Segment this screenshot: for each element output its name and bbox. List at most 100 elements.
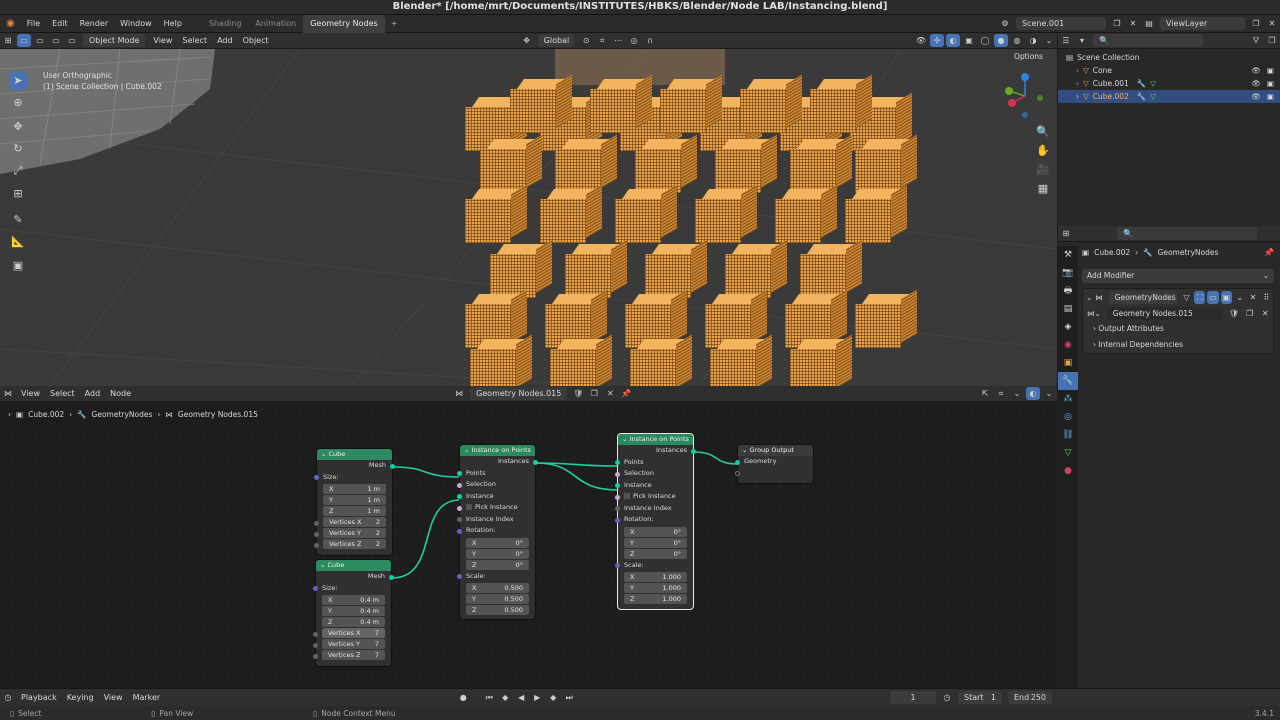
visibility-icon[interactable]: 👁 — [914, 34, 928, 47]
next-keyframe-icon[interactable]: ◆ — [546, 691, 560, 704]
camera-render-icon[interactable]: ▣ — [1267, 77, 1274, 90]
camera-icon[interactable]: 🎥 — [1034, 161, 1052, 179]
geometry-socket[interactable] — [735, 459, 740, 465]
editor-type-icon[interactable]: ⊞ — [1, 34, 15, 47]
modifier-menu-icon[interactable]: ⌄ — [1234, 291, 1245, 304]
instanced-cube[interactable] — [710, 349, 756, 386]
scene-selector[interactable]: Scene.001 — [1016, 17, 1106, 30]
falloff-icon[interactable]: ∩ — [643, 34, 657, 47]
scale-y-field[interactable]: Y 1.000 — [624, 583, 687, 593]
shading-wire-icon[interactable]: ◯ — [978, 34, 992, 47]
node-editor-canvas[interactable]: › ▣ Cube.002 › 🔧 GeometryNodes › ⋈ Geome… — [0, 402, 1057, 688]
unlink-tree-icon[interactable]: ✕ — [603, 387, 617, 400]
scale-x-field[interactable]: X 1.000 — [624, 572, 687, 582]
parent-node-icon[interactable]: ⇱ — [978, 387, 992, 400]
outliner-item-cube-002[interactable]: › ▽ Cube.002 🔧 ▽ 👁 ▣ — [1058, 90, 1280, 103]
add-modifier-button[interactable]: Add Modifier ⌄ — [1082, 269, 1274, 283]
viewport-menu-add[interactable]: Add — [212, 33, 238, 49]
size-y-field[interactable]: Y 1 m — [323, 495, 386, 505]
snap-icon[interactable]: ⌗ — [595, 34, 609, 47]
select-subtract-icon[interactable]: ▭ — [49, 34, 63, 47]
instance-socket[interactable] — [457, 494, 462, 499]
vertices-y-field[interactable]: Vertices Y 7 — [313, 639, 385, 649]
scene-tab-icon[interactable]: ◈ — [1058, 318, 1078, 336]
add-workspace-icon[interactable]: + — [385, 15, 404, 33]
remove-modifier-icon[interactable]: ✕ — [1247, 291, 1258, 304]
blender-logo-icon[interactable]: ◉ — [0, 15, 21, 33]
mesh-output-socket[interactable] — [389, 574, 394, 580]
view-layer-selector[interactable]: ViewLayer — [1160, 17, 1245, 30]
scale-y-field[interactable]: Y 0.500 — [466, 594, 529, 604]
xray-icon[interactable]: ▣ — [962, 34, 976, 47]
node-menu-add[interactable]: Add — [80, 386, 106, 402]
instance-index-socket[interactable] — [615, 506, 620, 511]
copy-scene-icon[interactable]: ❐ — [1110, 17, 1124, 30]
current-frame-field[interactable]: 1 — [890, 691, 936, 704]
vertices-z-field[interactable]: Vertices Z 7 — [313, 650, 385, 660]
delete-layer-icon[interactable]: ✕ — [1265, 17, 1279, 30]
pick-instance-input[interactable]: Pick Instance — [457, 502, 535, 514]
preview-range-icon[interactable]: ◷ — [940, 691, 954, 704]
transform-tool-icon[interactable]: ⊞ — [9, 185, 27, 203]
instanced-cube[interactable] — [555, 149, 601, 193]
end-frame-field[interactable]: End 250 — [1008, 691, 1052, 704]
properties-search[interactable]: 🔍 — [1117, 227, 1257, 240]
instance-index-socket[interactable] — [457, 517, 462, 522]
cage-toggle-icon[interactable]: ⛶ — [1194, 290, 1206, 304]
node-menu-node[interactable]: Node — [105, 386, 136, 402]
instanced-cube[interactable] — [845, 199, 891, 243]
size-y-field[interactable]: Y 0.4 m — [322, 606, 385, 616]
node-menu-select[interactable]: Select — [45, 386, 80, 402]
instanced-cube[interactable] — [490, 254, 536, 298]
rotation-y-field[interactable]: Y 0° — [624, 537, 687, 548]
jump-start-icon[interactable]: ⏮ — [482, 691, 496, 704]
instanced-cube[interactable] — [660, 89, 706, 133]
vertices-z-field[interactable]: Vertices Z 2 — [314, 539, 386, 549]
select-extend-icon[interactable]: ▭ — [33, 34, 47, 47]
output-tab-icon[interactable]: 🖶 — [1058, 282, 1078, 300]
expand-arrow-icon[interactable]: › — [1076, 77, 1079, 90]
viewport-toggle-icon[interactable]: ▭ — [1207, 290, 1219, 304]
new-collection-icon[interactable]: ❐ — [1265, 34, 1279, 47]
modifier-name-field[interactable]: GeometryNodes — [1108, 290, 1177, 304]
vertices-y-socket[interactable] — [313, 642, 318, 648]
overlay-icon[interactable]: ◐ — [946, 34, 960, 47]
node-tree-selector[interactable]: Geometry Nodes.015 — [470, 387, 568, 400]
modifier-tab-icon[interactable]: 🔧 — [1058, 372, 1078, 390]
instanced-cube[interactable] — [540, 199, 586, 243]
instanced-cube[interactable] — [790, 149, 836, 193]
timeline-menu-playback[interactable]: Playback — [16, 690, 62, 706]
shading-rendered-icon[interactable]: ◑ — [1026, 34, 1040, 47]
mesh-data-icon[interactable]: ▽ — [1150, 77, 1156, 90]
render-tab-icon[interactable]: 📷 — [1058, 264, 1078, 282]
shading-material-icon[interactable]: ◍ — [1010, 34, 1024, 47]
material-tab-icon[interactable]: ● — [1058, 462, 1078, 480]
pick-instance-socket[interactable] — [457, 505, 462, 511]
pick-instance-checkbox[interactable] — [624, 493, 630, 499]
cube-node-header[interactable]: ⌄ Cube — [317, 449, 392, 460]
menu-edit[interactable]: Edit — [46, 15, 74, 33]
shading-solid-icon[interactable]: ● — [994, 34, 1008, 47]
orientation-dropdown[interactable]: Global — [537, 34, 576, 47]
rotation-x-field[interactable]: X 0° — [466, 537, 529, 548]
pick-instance-input[interactable]: Pick Instance — [615, 491, 693, 503]
outliner-item-cube-001[interactable]: › ▽ Cube.001 🔧 ▽ 👁 ▣ — [1058, 77, 1280, 90]
outliner-editor-icon[interactable]: ☰ — [1059, 34, 1073, 47]
navigation-gizmo[interactable] — [1000, 71, 1050, 121]
iop-node-header[interactable]: ⌄ Instance on Points — [460, 445, 535, 456]
snap-settings-icon[interactable]: ⌄ — [1010, 387, 1024, 400]
instanced-cube[interactable] — [465, 199, 511, 243]
annotate-tool-icon[interactable]: ✎ — [9, 211, 27, 229]
points-socket[interactable] — [615, 460, 620, 465]
record-icon[interactable]: ● — [456, 691, 470, 704]
snap-target-icon[interactable]: ⋯ — [611, 34, 625, 47]
node-editor-type-icon[interactable]: ⋈ — [1, 387, 15, 400]
scale-tool-icon[interactable]: ⤢ — [9, 162, 27, 180]
rotation-y-field[interactable]: Y 0° — [466, 548, 529, 559]
filter-icon[interactable]: ⛛ — [1249, 34, 1263, 47]
zoom-icon[interactable]: 🔍 — [1034, 123, 1052, 141]
node-tree-type-icon[interactable]: ⋈ — [452, 387, 466, 400]
menu-window[interactable]: Window — [114, 15, 158, 33]
object-mode-dropdown[interactable]: Object Mode — [83, 34, 146, 47]
edit-mode-toggle-icon[interactable]: ▽ — [1181, 291, 1192, 304]
